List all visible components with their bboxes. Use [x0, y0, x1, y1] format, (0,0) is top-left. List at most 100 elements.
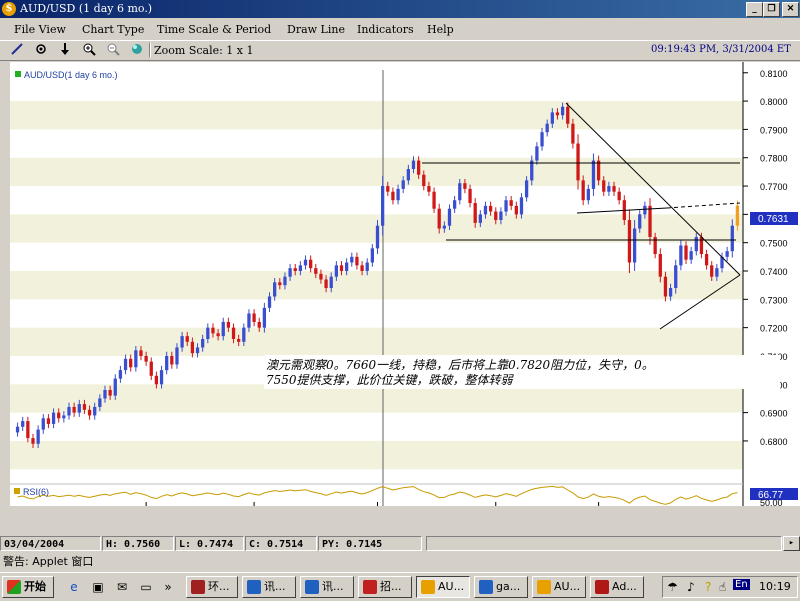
task-button-5[interactable]: AU...	[416, 576, 470, 598]
candle-body	[386, 186, 390, 192]
candle-body	[87, 409, 92, 416]
draw-line-tool-icon[interactable]	[8, 42, 26, 58]
arrow-down-icon[interactable]	[56, 42, 74, 58]
candle-body	[190, 341, 195, 354]
candle-body	[247, 313, 251, 328]
candle-body	[98, 398, 102, 407]
task-icon	[537, 580, 551, 594]
annotation-line-1: 澳元需观察0。7660一线，持稳，后市将上靠0.7820阻力位，失守，0。	[266, 358, 654, 372]
chart-canvas[interactable]: 0.81000.80000.79000.78000.77000.76000.75…	[10, 62, 800, 508]
crosshair-tool-icon[interactable]	[32, 42, 50, 58]
candle-body	[159, 370, 164, 385]
candle-body	[108, 389, 112, 396]
more-quicklaunch-icon[interactable]: »	[160, 579, 176, 595]
y-tick-label: 0.7800	[760, 154, 788, 164]
applet-warning-bar: 警告: Applet 窗口	[0, 553, 800, 571]
candle-body	[123, 358, 128, 371]
candle-body	[725, 251, 729, 257]
ie-icon[interactable]: e	[66, 579, 82, 595]
candle-body	[663, 276, 668, 297]
task-button-6[interactable]: ga...	[474, 576, 528, 598]
candle-body	[586, 188, 590, 201]
candle-body	[643, 205, 647, 215]
minimize-button[interactable]: _	[746, 2, 763, 17]
candle-body	[442, 225, 446, 229]
menu-time-scale[interactable]: Time Scale & Period	[157, 23, 271, 36]
task-button-8[interactable]: Ad...	[590, 576, 644, 598]
timestamp: 09:19:43 PM, 3/31/2004 ET	[651, 44, 791, 55]
candle-body	[401, 180, 405, 189]
candle-body	[154, 375, 159, 385]
candle-body	[689, 251, 693, 260]
task-icon	[595, 580, 609, 594]
candle-body	[514, 205, 518, 215]
candle-body	[509, 200, 513, 206]
candle-body	[694, 237, 698, 252]
task-icon	[479, 580, 493, 594]
candle-body	[535, 146, 539, 161]
menu-file-view[interactable]: File View	[14, 23, 66, 36]
speaker-icon[interactable]: ♪	[687, 580, 695, 594]
menu-help[interactable]: Help	[427, 23, 454, 36]
task-button-3[interactable]: 讯...	[300, 576, 354, 598]
menu-chart-type[interactable]: Chart Type	[82, 23, 144, 36]
help-icon[interactable]: ?	[705, 580, 711, 594]
y-tick-label: 0.6800	[760, 437, 788, 447]
maximize-button[interactable]: ❐	[763, 2, 780, 17]
candle-body	[447, 208, 452, 226]
chart-band	[10, 440, 743, 470]
candle-body	[329, 276, 333, 289]
task-button-4[interactable]: 招...	[358, 576, 412, 598]
candle-body	[273, 282, 277, 297]
chart-band	[10, 101, 743, 130]
y-tick-label: 0.7200	[760, 324, 788, 334]
menu-draw-line[interactable]: Draw Line	[287, 23, 345, 36]
candle-body	[370, 248, 375, 263]
zoom-scale-label: Zoom Scale: 1 x 1	[154, 44, 254, 57]
task-icon	[363, 580, 377, 594]
refresh-icon[interactable]	[128, 42, 146, 58]
task-button-2[interactable]: 讯...	[242, 576, 296, 598]
start-button[interactable]: 开始	[2, 576, 54, 598]
candle-body	[704, 254, 709, 266]
candle-body	[26, 421, 30, 439]
candle-body	[437, 208, 441, 229]
candle-body	[252, 313, 256, 322]
scroll-right-button[interactable]: ▸	[783, 536, 800, 551]
candle-body	[530, 160, 534, 181]
candle-body	[231, 327, 236, 339]
status-date: 03/04/2004	[0, 536, 101, 551]
candle-body	[427, 186, 431, 192]
candle-body	[226, 321, 231, 328]
candle-body	[283, 276, 287, 286]
candle-body	[550, 112, 554, 124]
candle-body	[452, 200, 457, 209]
candle-body	[298, 265, 303, 272]
zoom-in-icon[interactable]	[80, 42, 98, 58]
chart-band	[10, 271, 743, 300]
chart-band	[10, 327, 743, 356]
candle-body	[262, 307, 267, 328]
task-button-1[interactable]: 环...	[186, 576, 238, 598]
rsi-axis-label: 50.00	[760, 498, 783, 506]
umbrella-icon[interactable]: ☂	[667, 580, 678, 594]
status-py: PY: 0.7145	[318, 536, 422, 551]
task-button-7[interactable]: AU...	[532, 576, 586, 598]
candle-body	[674, 265, 678, 289]
close-button[interactable]: ✕	[782, 2, 799, 17]
candle-body	[134, 350, 138, 368]
ime-indicator[interactable]: En	[733, 579, 750, 590]
candle-body	[93, 406, 97, 416]
y-tick-label: 0.7700	[760, 182, 788, 192]
menu-indicators[interactable]: Indicators	[357, 23, 414, 36]
window-icon[interactable]: ▭	[138, 579, 154, 595]
candle-body	[72, 406, 76, 413]
price-chart[interactable]: 0.81000.80000.79000.78000.77000.76000.75…	[10, 62, 800, 508]
y-tick-label: 0.6900	[760, 409, 788, 419]
candle-body	[180, 336, 184, 348]
outlook-icon[interactable]: ✉	[114, 579, 130, 595]
hand-icon[interactable]: ☝	[719, 580, 726, 594]
status-bar: 03/04/2004 H: 0.7560 L: 0.7474 C: 0.7514…	[0, 536, 800, 552]
zoom-out-icon[interactable]	[104, 42, 122, 58]
show-desktop-icon[interactable]: ▣	[90, 579, 106, 595]
